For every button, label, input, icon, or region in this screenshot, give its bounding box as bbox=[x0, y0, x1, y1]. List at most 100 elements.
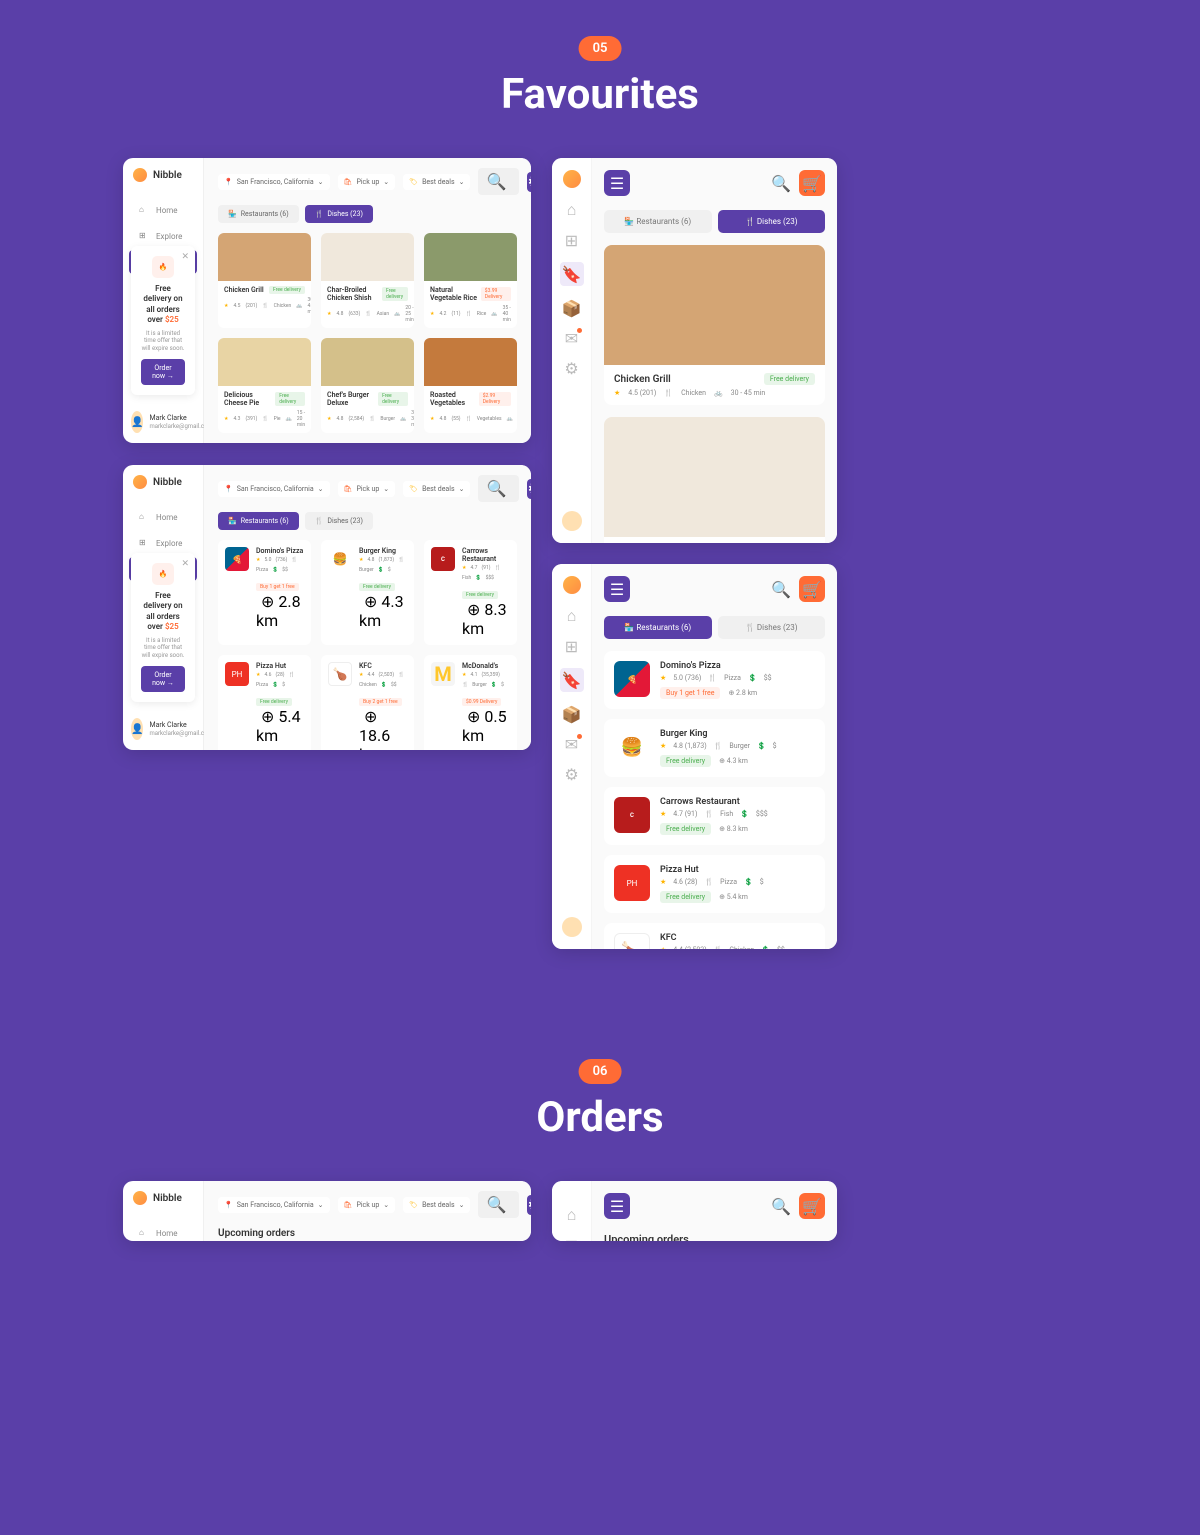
home-icon[interactable]: ⌂ bbox=[564, 202, 580, 218]
restaurant-card[interactable]: PH Pizza Hut ★4.6 (28)🍴Pizza💲$ Free deli… bbox=[604, 855, 825, 913]
restaurant-card[interactable]: C Carrows Restaurant ★4.7(91)🍴Fish💲$$$ F… bbox=[424, 540, 517, 645]
cart-button[interactable]: 🛒 bbox=[799, 170, 825, 196]
dish-card[interactable]: Chef's Burger Deluxe Free delivery ★4.8(… bbox=[321, 338, 414, 433]
dish-card[interactable]: Chicken GrillFree delivery ★4.5 (201)🍴Ch… bbox=[604, 245, 825, 405]
filter-button[interactable]: ⚙ bbox=[527, 172, 531, 192]
restaurant-logo: 🍗 bbox=[328, 662, 352, 686]
messages-icon[interactable]: ✉ bbox=[564, 330, 580, 346]
brand-logo bbox=[133, 475, 147, 489]
location-chip[interactable]: 📍San Francisco, California⌄ bbox=[218, 481, 330, 497]
orders-icon[interactable]: 📦 bbox=[564, 300, 580, 316]
pickup-chip[interactable]: 🛍Pick up⌄ bbox=[338, 481, 396, 497]
dish-name: Chicken Grill bbox=[224, 286, 264, 294]
menu-button[interactable]: ☰ bbox=[604, 576, 630, 602]
home-icon[interactable]: ⌂ bbox=[564, 608, 580, 624]
tab-restaurants[interactable]: 🏪 Restaurants (6) bbox=[604, 210, 712, 233]
restaurant-card[interactable]: 🍕 Domino's Pizza ★5.0(736)🍴Pizza💲$$ Buy … bbox=[218, 540, 311, 645]
main-content: 📍San Francisco, California⌄ 🛍Pick up⌄ 🏷B… bbox=[204, 465, 531, 750]
dish-card[interactable]: Natural Vegetable Rice $3.99 Delivery ★4… bbox=[424, 233, 517, 328]
search-bar[interactable]: 🔍 bbox=[478, 1191, 519, 1218]
pickup-chip[interactable]: 🛍Pick up⌄ bbox=[338, 174, 396, 190]
star-icon: ★ bbox=[359, 557, 363, 563]
search-icon[interactable]: 🔍 bbox=[771, 580, 791, 599]
search-icon[interactable]: 🔍 bbox=[771, 174, 791, 193]
explore-icon[interactable]: ⊞ bbox=[564, 638, 580, 654]
nav-item-home[interactable]: ⌂Home bbox=[129, 198, 197, 222]
nav-item-home[interactable]: ⌂Home bbox=[129, 1221, 197, 1241]
favourites-icon[interactable]: 🔖 bbox=[560, 668, 584, 692]
distance: ⊕ 4.3 km bbox=[359, 592, 404, 630]
search-icon[interactable]: 🔍 bbox=[771, 1197, 791, 1216]
dish-card[interactable]: Roasted Vegetables $2.99 Delivery ★4.8(5… bbox=[424, 338, 517, 433]
order-now-button[interactable]: Order now → bbox=[141, 359, 185, 385]
search-bar[interactable]: 🔍 bbox=[478, 168, 519, 195]
nav-item-explore[interactable]: ⊞Explore bbox=[129, 224, 197, 248]
tab-restaurants[interactable]: 🏪 Restaurants (6) bbox=[218, 205, 299, 223]
explore-icon[interactable]: ⊞ bbox=[564, 232, 580, 248]
restaurant-name: KFC bbox=[660, 933, 815, 943]
dish-card[interactable]: Delicious Cheese Pie Free delivery ★4.3(… bbox=[218, 338, 311, 433]
dish-card[interactable]: Char-Broiled Chicken ShishFree delivery … bbox=[604, 417, 825, 543]
restaurant-card[interactable]: PH Pizza Hut ★4.6(28)🍴Pizza💲$ Free deliv… bbox=[218, 655, 311, 750]
dish-image bbox=[218, 233, 311, 281]
cart-button[interactable]: 🛒 bbox=[799, 1193, 825, 1219]
menu-button[interactable]: ☰ bbox=[604, 1193, 630, 1219]
pickup-chip[interactable]: 🛍Pick up⌄ bbox=[338, 1197, 396, 1213]
restaurant-card[interactable]: 🍔 Burger King ★4.8 (1,873)🍴Burger💲$ Free… bbox=[604, 719, 825, 777]
avatar: 👤 bbox=[131, 411, 143, 433]
topbar: 📍San Francisco, California⌄ 🛍Pick up⌄ 🏷B… bbox=[218, 1191, 517, 1218]
restaurant-logo: 🍔 bbox=[328, 547, 352, 571]
deals-chip[interactable]: 🏷Best deals⌄ bbox=[403, 174, 470, 190]
brand-logo bbox=[133, 168, 147, 182]
tab-dishes[interactable]: 🍴 Dishes (23) bbox=[305, 512, 373, 530]
cart-button[interactable]: 🛒 bbox=[799, 576, 825, 602]
tab-restaurants[interactable]: 🏪 Restaurants (6) bbox=[218, 512, 299, 530]
restaurant-card[interactable]: 🍗 KFC ★4.4(2,503)🍴Chicken💲$$ Buy 2 get 1… bbox=[321, 655, 414, 750]
location-chip[interactable]: 📍San Francisco, California⌄ bbox=[218, 1197, 330, 1213]
distance: ⊕ 2.8 km bbox=[256, 592, 301, 630]
settings-icon[interactable]: ⚙ bbox=[564, 766, 580, 782]
dish-card[interactable]: Char-Broiled Chicken Shish Free delivery… bbox=[321, 233, 414, 328]
favourites-icon[interactable]: 🔖 bbox=[560, 262, 584, 286]
restaurant-card[interactable]: 🍗 KFC ★4.4 (2,503)🍴Chicken💲$$ Buy 2 get … bbox=[604, 923, 825, 949]
user-profile[interactable]: 👤 Mark Clarkemarkclarke@gmail.com ⌃⌄ bbox=[131, 411, 195, 433]
tab-dishes[interactable]: 🍴 Dishes (23) bbox=[718, 210, 826, 233]
home-icon[interactable]: ⌂ bbox=[564, 1207, 580, 1223]
restaurant-card[interactable]: M McDonald's ★4.1(35,359)🍴Burger💲$ $0.99… bbox=[424, 655, 517, 750]
brand: Nibble bbox=[123, 465, 203, 499]
avatar[interactable] bbox=[562, 917, 582, 937]
nav-item-explore[interactable]: ⊞Explore bbox=[129, 531, 197, 555]
chevron-down-icon: ⌄ bbox=[318, 1201, 324, 1209]
restaurant-card[interactable]: C Carrows Restaurant ★4.7 (91)🍴Fish💲$$$ … bbox=[604, 787, 825, 845]
avatar[interactable] bbox=[562, 511, 582, 531]
deals-chip[interactable]: 🏷Best deals⌄ bbox=[403, 481, 470, 497]
cuisine-icon: 🍴 bbox=[398, 672, 404, 678]
menu-button[interactable]: ☰ bbox=[604, 170, 630, 196]
tab-restaurants[interactable]: 🏪 Restaurants (6) bbox=[604, 616, 712, 639]
promo-card: ✕ 🔥 Free delivery on all orders over $25… bbox=[131, 553, 195, 702]
restaurant-card[interactable]: 🍔 Burger King ★4.8(1,873)🍴Burger💲$ Free … bbox=[321, 540, 414, 645]
tab-dishes[interactable]: 🍴 Dishes (23) bbox=[305, 205, 373, 223]
filter-button[interactable]: ⚙ bbox=[527, 1195, 531, 1215]
close-icon[interactable]: ✕ bbox=[181, 559, 189, 569]
dish-card[interactable]: Chicken Grill Free delivery ★4.5(201) 🍴C… bbox=[218, 233, 311, 328]
search-bar[interactable]: 🔍 bbox=[478, 475, 519, 502]
promo-card: ✕ 🔥 Free delivery on all orders over $25… bbox=[131, 246, 195, 395]
user-profile[interactable]: 👤 Mark Clarkemarkclarke@gmail.com ⌃⌄ bbox=[131, 718, 195, 740]
location-icon: 📍 bbox=[224, 1201, 233, 1209]
upcoming-orders-heading: Upcoming orders bbox=[604, 1233, 825, 1241]
nav-item-home[interactable]: ⌂Home bbox=[129, 505, 197, 529]
distance: ⊕ 5.4 km bbox=[719, 893, 748, 901]
order-now-button[interactable]: Order now → bbox=[141, 666, 185, 692]
messages-icon[interactable]: ✉ bbox=[564, 736, 580, 752]
explore-icon[interactable]: ⊞ bbox=[564, 1237, 580, 1241]
restaurant-card[interactable]: 🍕 Domino's Pizza ★5.0 (736)🍴Pizza💲$$ Buy… bbox=[604, 651, 825, 709]
filter-button[interactable]: ⚙ bbox=[527, 479, 531, 499]
orders-icon[interactable]: 📦 bbox=[564, 706, 580, 722]
deals-chip[interactable]: 🏷Best deals⌄ bbox=[403, 1197, 470, 1213]
offer-tag: $0.99 Delivery bbox=[462, 698, 501, 706]
settings-icon[interactable]: ⚙ bbox=[564, 360, 580, 376]
close-icon[interactable]: ✕ bbox=[181, 252, 189, 262]
location-chip[interactable]: 📍San Francisco, California⌄ bbox=[218, 174, 330, 190]
tab-dishes[interactable]: 🍴 Dishes (23) bbox=[718, 616, 826, 639]
